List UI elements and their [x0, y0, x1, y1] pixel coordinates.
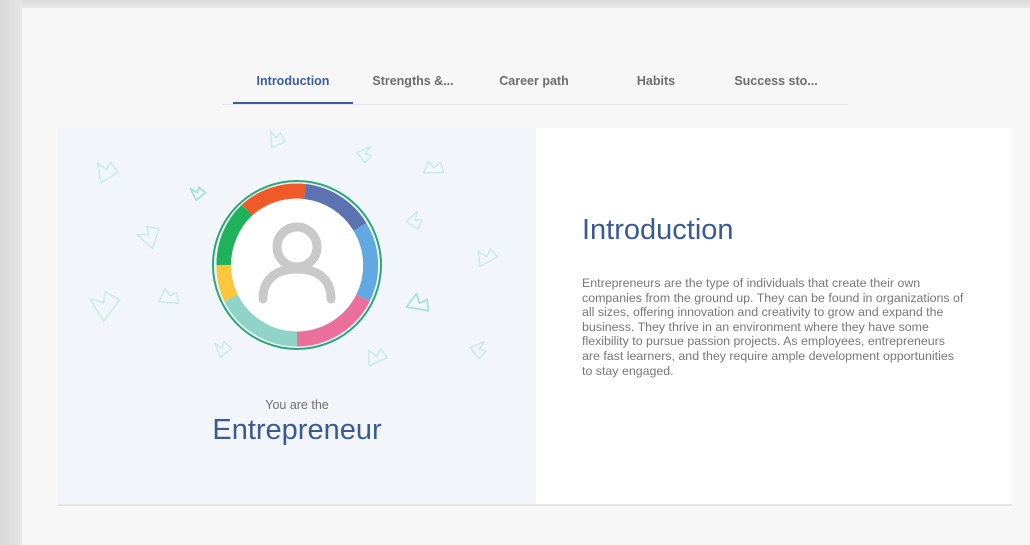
crown-icon — [189, 186, 207, 202]
tab-introduction[interactable]: Introduction — [233, 60, 353, 104]
crown-icon — [367, 348, 389, 367]
crown-icon — [136, 225, 160, 249]
window-top-background — [0, 0, 1030, 8]
you-are-label: You are the — [265, 398, 329, 412]
card-shadow — [58, 504, 1012, 506]
crown-icon — [269, 130, 286, 149]
crown-icon — [405, 292, 430, 312]
ring-segment-yellow — [216, 264, 238, 302]
introduction-title: Introduction — [582, 214, 734, 246]
tab-strengths[interactable]: Strengths &... — [363, 60, 463, 103]
crown-icon — [96, 161, 119, 184]
avatar-ring — [212, 180, 382, 350]
tab-bar: Introduction Strengths &... Career path … — [222, 60, 848, 105]
crown-icon — [355, 145, 373, 164]
crown-icon — [422, 160, 445, 174]
tab-success-stories[interactable]: Success sto... — [726, 60, 826, 103]
tab-career-path[interactable]: Career path — [484, 60, 584, 103]
crown-icon — [405, 210, 424, 231]
crown-icon — [213, 340, 233, 359]
introduction-body: Entrepreneurs are the type of individual… — [582, 276, 964, 378]
tab-habits[interactable]: Habits — [606, 60, 706, 103]
crown-icon — [469, 341, 487, 360]
crown-icon — [89, 290, 121, 323]
persona-name: Entrepreneur — [212, 414, 382, 446]
crown-icon — [477, 248, 499, 268]
avatar-illustration — [89, 130, 499, 367]
window-left-background — [0, 0, 22, 545]
crown-icon — [157, 287, 180, 305]
